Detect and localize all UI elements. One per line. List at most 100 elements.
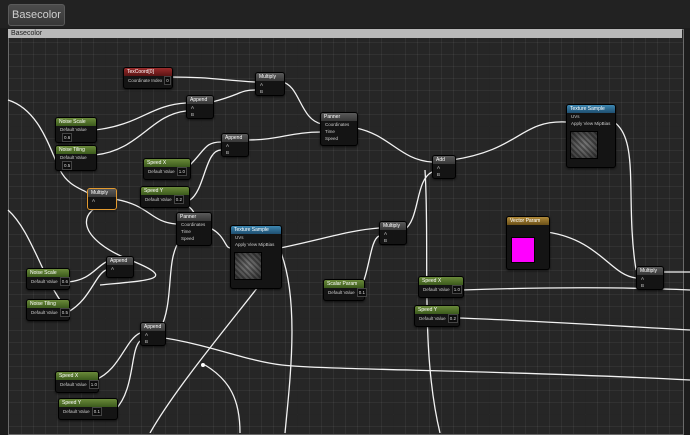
- panner-node[interactable]: Panner Coordinates Time Speed: [320, 112, 358, 146]
- vector-param-node[interactable]: Vector Param: [506, 216, 550, 270]
- wire: [94, 102, 187, 131]
- texture-sample-node[interactable]: Texture Sample UVs Apply View MipBias: [230, 225, 282, 289]
- scalar-param-node[interactable]: Noise Scale Default Value 0.6: [26, 268, 70, 290]
- wire: [424, 169, 441, 433]
- multiply-node[interactable]: Multiply A B: [255, 72, 285, 96]
- texture-sample-node[interactable]: Texture Sample UVs Apply View MipBias: [566, 104, 616, 168]
- wire: [67, 261, 107, 283]
- add-node[interactable]: Add A B: [432, 155, 456, 179]
- scalar-param-node[interactable]: Noise Tiling Default Value 0.5: [26, 299, 70, 321]
- scalar-param-node[interactable]: Speed X Default Value 1.0: [55, 371, 99, 393]
- append-node[interactable]: Append A B: [186, 95, 214, 119]
- pin-uvs[interactable]: UVs: [231, 234, 281, 241]
- node-header: Speed Y: [141, 187, 189, 195]
- node-header: Noise Scale: [27, 269, 69, 277]
- node-header: Vector Param: [507, 217, 549, 225]
- default-value-field[interactable]: 0.1: [356, 288, 367, 297]
- node-header: Panner: [321, 113, 357, 121]
- pin-a[interactable]: A: [433, 164, 455, 171]
- pin-b[interactable]: B: [256, 88, 284, 95]
- node-header: Multiply: [256, 73, 284, 81]
- wire: [613, 121, 637, 271]
- pin-b[interactable]: B: [433, 171, 455, 178]
- pin-a[interactable]: A: [222, 142, 248, 149]
- default-value-label: Default Value: [60, 382, 87, 387]
- default-value-field[interactable]: 0.5: [59, 308, 70, 317]
- default-value-field[interactable]: 0.1: [91, 407, 102, 416]
- wire: [204, 364, 241, 433]
- coordinate-index-value[interactable]: 0: [164, 76, 171, 85]
- pin-a[interactable]: A: [88, 197, 116, 204]
- node-header: Multiply: [380, 222, 406, 230]
- wire: [457, 317, 690, 331]
- panner-node[interactable]: Panner Coordinates Time Speed: [176, 212, 212, 246]
- default-value-label: Default Value: [423, 287, 450, 292]
- node-header: Speed X: [56, 372, 98, 380]
- coordinate-index-label: Coordinate Index: [128, 78, 163, 83]
- pin-b[interactable]: B: [141, 338, 165, 345]
- append-node[interactable]: Append A: [106, 256, 134, 278]
- color-swatch[interactable]: [511, 237, 535, 263]
- default-value-field[interactable]: 0.2: [447, 314, 458, 323]
- default-value-field[interactable]: 0.2: [173, 195, 184, 204]
- node-header: Append: [222, 134, 248, 142]
- pin-time[interactable]: Time: [177, 228, 211, 235]
- default-value-label: Default Value: [60, 155, 87, 160]
- wire: [189, 141, 222, 166]
- pin-a[interactable]: A: [187, 104, 213, 111]
- scalar-param-node[interactable]: Speed Y Default Value 0.2: [140, 186, 190, 208]
- pin-time[interactable]: Time: [321, 128, 357, 135]
- pin-b[interactable]: B: [637, 282, 663, 289]
- node-header: TexCoord[0]: [124, 68, 172, 76]
- node-header: Speed Y: [415, 306, 459, 314]
- multiply-node[interactable]: Multiply A B: [636, 266, 664, 290]
- wire: [451, 121, 567, 161]
- default-value-field[interactable]: 0.5: [62, 161, 73, 170]
- scalar-param-node[interactable]: Noise Tiling Default Value 0.5: [55, 145, 97, 171]
- pin-coordinates[interactable]: Coordinates: [321, 121, 357, 128]
- default-value-field[interactable]: 1.0: [88, 380, 99, 389]
- pin-b[interactable]: B: [187, 111, 213, 118]
- append-node[interactable]: Append A B: [221, 133, 249, 157]
- pin-b[interactable]: B: [380, 237, 406, 244]
- texcoord-node[interactable]: TexCoord[0] Coordinate Index 0: [123, 67, 173, 89]
- pin-a[interactable]: A: [380, 230, 406, 237]
- default-value-label: Default Value: [31, 279, 58, 284]
- default-value-field[interactable]: 0.6: [59, 277, 70, 286]
- scalar-param-node[interactable]: Noise Scale Default Value 0.6: [55, 117, 97, 143]
- multiply-node-selected[interactable]: Multiply A: [87, 188, 117, 210]
- append-node[interactable]: Append A B: [140, 322, 166, 346]
- scalar-param-node[interactable]: Speed X Default Value 1.0: [418, 276, 464, 298]
- scalar-param-node[interactable]: Scalar Param Default Value 0.1: [323, 279, 367, 301]
- reroute-node: [201, 363, 205, 367]
- wire: [169, 76, 256, 83]
- pin-coordinates[interactable]: Coordinates: [177, 221, 211, 228]
- default-value-field[interactable]: 1.0: [176, 167, 187, 176]
- pin-uvs[interactable]: UVs: [567, 113, 615, 120]
- multiply-node[interactable]: Multiply A B: [379, 221, 407, 245]
- scalar-param-node[interactable]: Speed Y Default Value 0.1: [58, 398, 118, 420]
- default-value-field[interactable]: 1.0: [451, 285, 462, 294]
- node-header: Append: [187, 96, 213, 104]
- pin-a[interactable]: A: [141, 331, 165, 338]
- pin-a[interactable]: A: [107, 265, 133, 272]
- scalar-param-node[interactable]: Speed Y Default Value 0.2: [414, 305, 460, 327]
- wire: [403, 171, 433, 231]
- wire: [281, 81, 323, 125]
- pin-a[interactable]: A: [637, 275, 663, 282]
- pin-apply-view-mipbias[interactable]: Apply View MipBias: [231, 241, 281, 248]
- node-header: Append: [141, 323, 165, 331]
- default-value-label: Default Value: [148, 169, 175, 174]
- node-header: Texture Sample: [567, 105, 615, 113]
- default-value-field[interactable]: 0.6: [62, 133, 73, 142]
- pin-speed[interactable]: Speed: [321, 135, 357, 142]
- node-header: Noise Scale: [56, 118, 96, 126]
- pin-b[interactable]: B: [222, 149, 248, 156]
- pin-a[interactable]: A: [256, 81, 284, 88]
- node-header: Speed X: [144, 159, 190, 167]
- wire: [245, 131, 323, 141]
- pin-speed[interactable]: Speed: [177, 235, 211, 242]
- pin-apply-view-mipbias[interactable]: Apply View MipBias: [567, 120, 615, 127]
- scalar-param-node[interactable]: Speed X Default Value 1.0: [143, 158, 191, 180]
- wire: [209, 227, 231, 249]
